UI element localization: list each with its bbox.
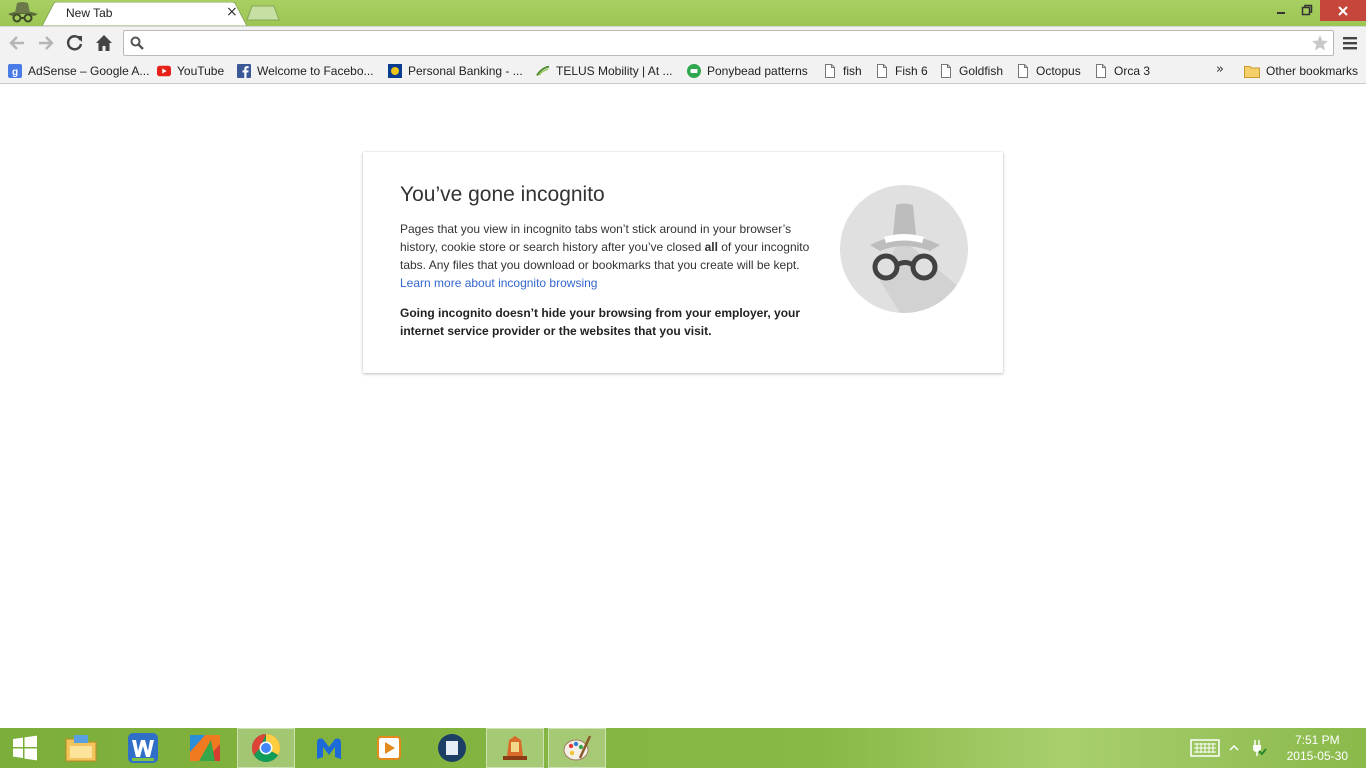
bookmark-star-icon[interactable] xyxy=(1311,34,1329,55)
clock-date: 2015-05-30 xyxy=(1286,749,1348,763)
bookmark-label: Fish 6 xyxy=(895,64,928,78)
clock-time: 7:51 PM xyxy=(1294,733,1340,747)
facebook-icon xyxy=(237,64,251,78)
home-button[interactable] xyxy=(94,33,114,53)
bookmark-personal-banking[interactable]: Personal Banking - ... xyxy=(388,62,523,80)
bookmark-ponybead[interactable]: Ponybead patterns xyxy=(687,62,808,80)
bookmark-youtube[interactable]: YouTube xyxy=(157,62,224,80)
windows-taskbar: 7:51 PM 2015-05-30 xyxy=(0,728,1366,768)
adsense-icon: g xyxy=(8,64,22,78)
bookmarks-overflow-button[interactable]: » xyxy=(1216,62,1224,77)
minimize-button[interactable] xyxy=(1268,0,1294,20)
bookmark-label: fish xyxy=(843,64,862,78)
malwarebytes-icon[interactable] xyxy=(300,728,358,768)
bookmark-adsense[interactable]: g AdSense – Google A... xyxy=(8,62,149,80)
photo-app-icon[interactable] xyxy=(176,728,234,768)
paint-icon[interactable] xyxy=(548,728,606,768)
page-icon xyxy=(1016,64,1030,78)
file-explorer-icon[interactable] xyxy=(52,728,110,768)
browser-toolbar xyxy=(0,26,1366,58)
wps-writer-icon[interactable] xyxy=(114,728,172,768)
page-icon xyxy=(939,64,953,78)
svg-text:g: g xyxy=(12,67,18,78)
address-input[interactable] xyxy=(150,34,1300,52)
bookmark-label: Octopus xyxy=(1036,64,1081,78)
forward-button[interactable] xyxy=(36,33,56,53)
bookmark-orca-3[interactable]: Orca 3 xyxy=(1094,62,1150,80)
address-bar[interactable] xyxy=(123,30,1334,56)
folder-icon xyxy=(1244,64,1260,78)
power-status-icon[interactable] xyxy=(1246,739,1270,757)
bookmarks-bar: g AdSense – Google A... YouTube Welcome … xyxy=(0,58,1366,84)
show-hidden-icons-button[interactable] xyxy=(1222,744,1246,752)
close-window-button[interactable] xyxy=(1320,0,1366,21)
new-tab-button[interactable] xyxy=(246,5,280,21)
incognito-title: You’ve gone incognito xyxy=(400,183,605,206)
tab-new-tab[interactable]: New Tab × xyxy=(42,2,247,26)
bookmark-label: Personal Banking - ... xyxy=(408,64,523,78)
page-icon xyxy=(1094,64,1108,78)
incognito-warning: Going incognito doesn’t hide your browsi… xyxy=(400,306,801,338)
description-bold: all xyxy=(704,240,718,254)
incognito-spy-icon xyxy=(840,185,968,316)
solitaire-icon[interactable] xyxy=(486,728,544,768)
bookmark-label: Ponybead patterns xyxy=(707,64,808,78)
touch-keyboard-icon[interactable] xyxy=(1188,739,1222,757)
bookmark-label: Orca 3 xyxy=(1114,64,1151,78)
bookmark-label: AdSense – Google A... xyxy=(28,64,150,78)
start-button[interactable] xyxy=(0,728,50,768)
back-button[interactable] xyxy=(7,33,27,53)
telus-icon xyxy=(536,64,550,78)
search-icon xyxy=(130,36,144,53)
other-bookmarks-folder[interactable]: Other bookmarks xyxy=(1244,62,1358,80)
system-tray xyxy=(1188,728,1270,768)
chrome-icon[interactable] xyxy=(237,728,295,768)
bookmark-fish[interactable]: fish xyxy=(823,62,862,80)
title-bar: New Tab × xyxy=(0,0,1366,26)
tab-title: New Tab xyxy=(66,6,113,20)
incognito-card: You’ve gone incognito Pages that you vie… xyxy=(363,152,1003,373)
bookmark-telus[interactable]: TELUS Mobility | At ... xyxy=(536,62,672,80)
page-icon xyxy=(823,64,837,78)
incognito-description: Pages that you view in incognito tabs wo… xyxy=(400,220,820,292)
reload-button[interactable] xyxy=(65,33,85,53)
bookmark-fish-6[interactable]: Fish 6 xyxy=(875,62,928,80)
chrome-menu-button[interactable] xyxy=(1340,33,1360,53)
bookmark-goldfish[interactable]: Goldfish xyxy=(939,62,1003,80)
bookmark-octopus[interactable]: Octopus xyxy=(1016,62,1081,80)
tab-close-button[interactable]: × xyxy=(226,5,238,19)
incognito-avatar-icon xyxy=(4,0,42,24)
taskbar-clock[interactable]: 7:51 PM 2015-05-30 xyxy=(1287,732,1348,764)
bookmark-facebook[interactable]: Welcome to Facebo... xyxy=(237,62,374,80)
bank-icon xyxy=(388,64,402,78)
page-icon xyxy=(875,64,889,78)
window-controls xyxy=(1268,0,1366,22)
bookmark-label: TELUS Mobility | At ... xyxy=(556,64,673,78)
media-player-icon[interactable] xyxy=(360,728,418,768)
other-bookmarks-label: Other bookmarks xyxy=(1266,64,1359,78)
video-app-icon[interactable] xyxy=(423,728,481,768)
bookmark-label: Goldfish xyxy=(959,64,1004,78)
learn-more-link[interactable]: Learn more about incognito browsing xyxy=(400,276,597,290)
bookmark-label: Welcome to Facebo... xyxy=(257,64,374,78)
restore-button[interactable] xyxy=(1294,0,1320,20)
ponybead-icon xyxy=(687,64,701,78)
youtube-icon xyxy=(157,64,171,78)
bookmark-label: YouTube xyxy=(177,64,225,78)
